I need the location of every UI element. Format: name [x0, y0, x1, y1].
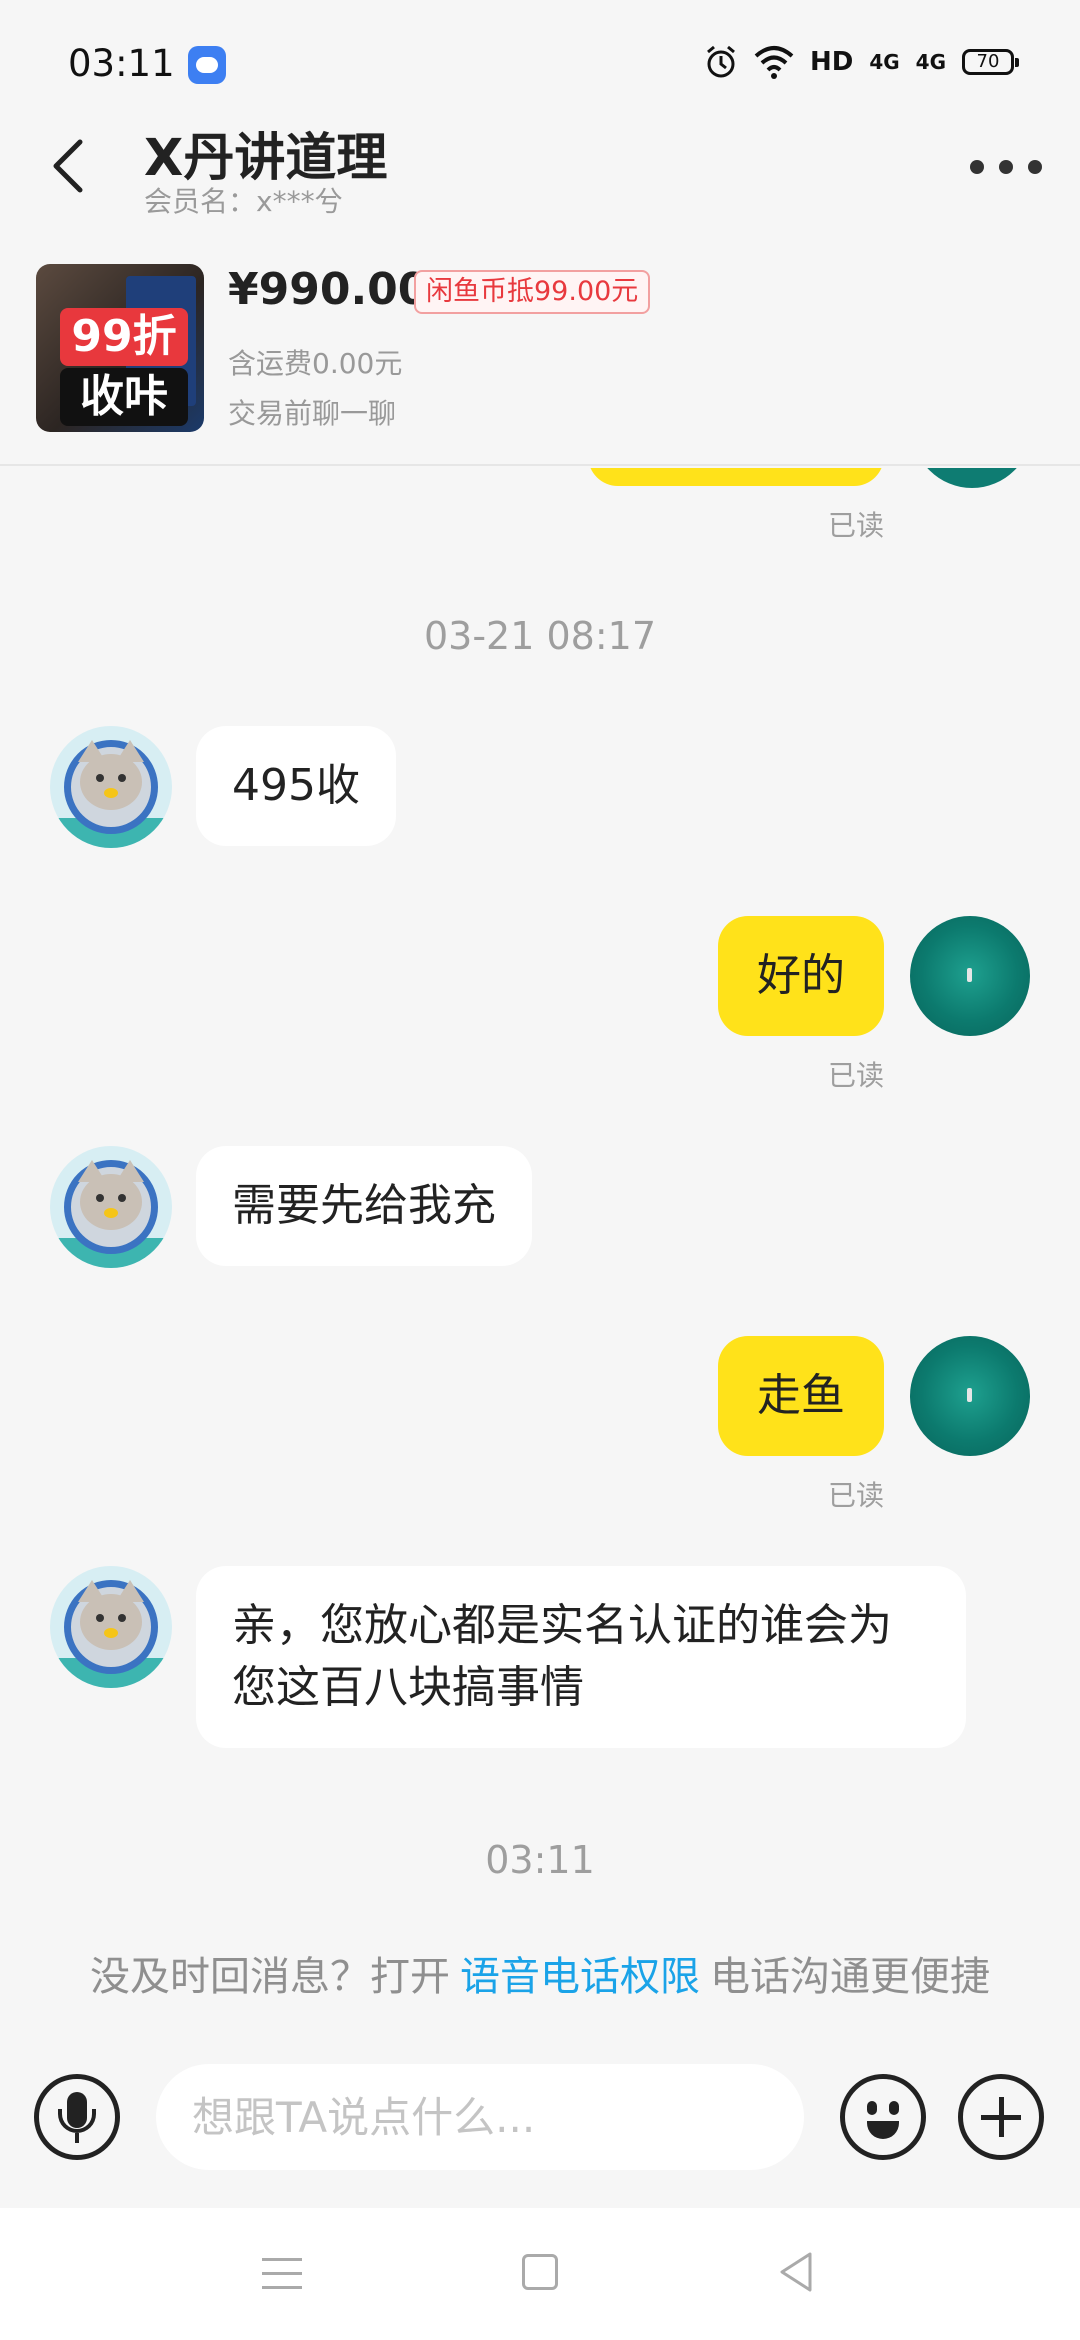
my-avatar[interactable] [910, 1336, 1030, 1456]
message-bubble-outgoing[interactable]: 走鱼 [718, 1336, 884, 1456]
message-bubble-incoming[interactable]: 需要先给我充 [196, 1146, 532, 1266]
plus-bar [999, 2097, 1004, 2137]
notification-app-icon [188, 46, 226, 84]
thumbnail-caption: 收咔 [60, 368, 188, 426]
my-avatar-partial [912, 468, 1032, 488]
system-nav-bar [0, 2208, 1080, 2340]
avatar-eye [118, 1614, 126, 1622]
avatar-eye [118, 1194, 126, 1202]
dot [970, 160, 984, 174]
menu-line [262, 2258, 302, 2261]
wifi-icon [754, 46, 794, 79]
timestamp: 03-21 08:17 [423, 614, 656, 658]
emoji-eye [867, 2101, 877, 2115]
menu-line [262, 2272, 302, 2275]
avatar-face [80, 754, 142, 810]
chat-note: 交易前聊一聊 [228, 397, 397, 430]
dot [1028, 160, 1042, 174]
read-status: 已读 [827, 509, 884, 542]
chat-title: X丹讲道理 [144, 129, 388, 188]
input-bar [0, 2060, 1080, 2208]
status-icons: HD 4G 4G 70 [704, 44, 1019, 80]
dot [999, 160, 1013, 174]
alarm-icon [707, 45, 735, 78]
avatar-eye [96, 1194, 104, 1202]
emoji-eye [889, 2101, 899, 2115]
message-input[interactable] [156, 2064, 804, 2170]
message-bubble-incoming[interactable]: 亲，您放心都是实名认证的谁会为您这百八块搞事情 [196, 1566, 966, 1748]
chat-header: X丹讲道理 会员名：x***兮 [0, 110, 1080, 220]
contact-avatar[interactable] [50, 1146, 172, 1268]
battery-icon: 70 [962, 49, 1019, 75]
mic-arc [58, 2109, 96, 2133]
message-bubble-incoming[interactable]: 495收 [196, 726, 396, 846]
read-status: 已读 [827, 1059, 884, 1092]
avatar-nose [104, 1208, 118, 1218]
emoji-mouth [867, 2121, 899, 2139]
mic-icon[interactable] [34, 2074, 120, 2160]
message-bubble-partial [588, 468, 884, 486]
member-name: 会员名：x***兮 [144, 185, 343, 218]
voice-tip-suffix: 电话沟通更便捷 [710, 1954, 990, 2000]
product-card[interactable]: 99折 收咔 ¥990.00 闲鱼币抵99.00元 含运费0.00元 交易前聊一… [0, 250, 1080, 466]
voice-call-tip: 没及时回消息？打开 语音电话权限 电话沟通更便捷 [0, 1944, 1080, 2002]
more-icon[interactable] [970, 152, 1042, 182]
nav-menu-icon[interactable] [262, 2258, 302, 2290]
timestamp: 03:11 [485, 1838, 595, 1882]
nav-back-icon[interactable] [776, 2250, 816, 2294]
plus-icon[interactable] [958, 2074, 1044, 2160]
contact-avatar[interactable] [50, 1566, 172, 1688]
message-bubble-outgoing[interactable]: 好的 [718, 916, 884, 1036]
status-time: 03:11 [68, 42, 175, 85]
avatar-nose [104, 788, 118, 798]
thumbnail-discount-label: 99折 [60, 308, 188, 366]
avatar-eye [96, 1614, 104, 1622]
menu-line [262, 2286, 302, 2289]
read-status: 已读 [827, 1479, 884, 1512]
avatar-nose [104, 1628, 118, 1638]
back-icon[interactable] [44, 136, 96, 196]
product-price: ¥990.00 [228, 264, 429, 315]
nav-home-icon[interactable] [522, 2254, 558, 2290]
mic-stem [75, 2133, 79, 2143]
coin-discount-badge: 闲鱼币抵99.00元 [414, 270, 651, 314]
avatar-face [80, 1594, 142, 1650]
my-avatar[interactable] [910, 916, 1030, 1036]
product-thumbnail[interactable]: 99折 收咔 [36, 264, 204, 432]
signal-icon: 4G [915, 50, 946, 74]
emoji-icon[interactable] [840, 2074, 926, 2160]
avatar-eye [118, 774, 126, 782]
signal-icon: 4G [869, 50, 900, 74]
chat-messages[interactable]: 已读 03-21 08:17 495收 好的 已读 需要先给我充 走鱼 已读 亲… [0, 468, 1080, 1898]
contact-avatar[interactable] [50, 726, 172, 848]
voice-tip-prefix: 没及时回消息？打开 [90, 1954, 450, 2000]
avatar-face [80, 1174, 142, 1230]
hd-indicator: HD [809, 47, 854, 77]
shipping-info: 含运费0.00元 [228, 347, 403, 380]
avatar-eye [96, 774, 104, 782]
voice-permission-link[interactable]: 语音电话权限 [460, 1954, 700, 2000]
